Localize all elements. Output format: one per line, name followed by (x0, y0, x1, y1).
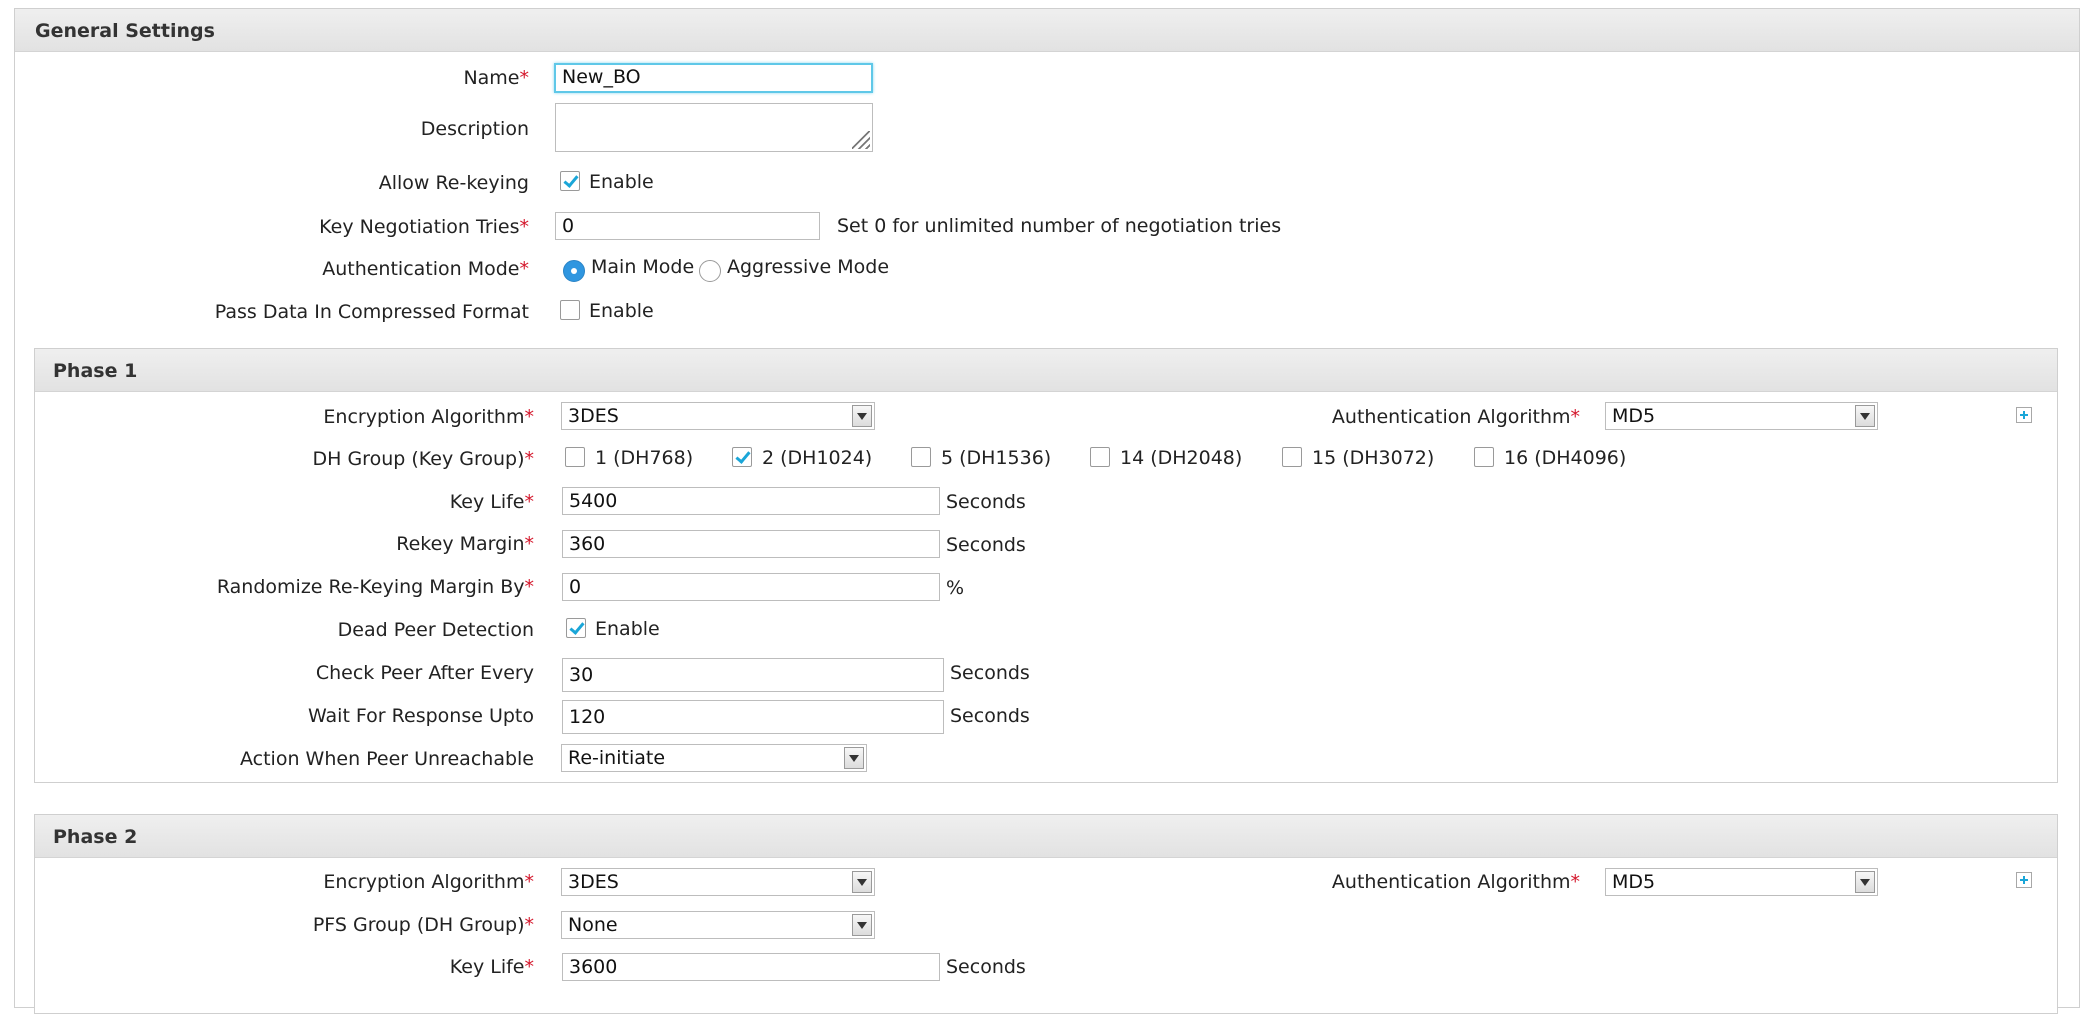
p1-dpd-checkbox[interactable] (566, 618, 586, 638)
p1-dpd-option: Enable (595, 618, 660, 640)
p1-action-select[interactable]: Re-initiate (561, 744, 867, 772)
chevron-down-icon[interactable] (852, 405, 872, 427)
description-textarea[interactable] (555, 103, 873, 152)
allow-rekeying-label: Allow Re-keying (378, 172, 529, 194)
auth-mode-label: Authentication Mode* (322, 258, 529, 280)
p1-check-peer-input[interactable]: 30 (562, 658, 944, 692)
p1-auth-alg-label: Authentication Algorithm* (1331, 406, 1580, 428)
p1-add-icon[interactable] (2016, 407, 2032, 423)
phase1-title: Phase 1 (53, 360, 138, 382)
resize-grip-icon[interactable] (852, 131, 870, 149)
p2-enc-select[interactable]: 3DES (561, 868, 875, 896)
dh-group-14-label: 14 (DH2048) (1120, 447, 1243, 469)
dh-group-15-checkbox[interactable] (1282, 447, 1302, 467)
p1-randomize-unit: % (946, 577, 965, 599)
dh-group-16-checkbox[interactable] (1474, 447, 1494, 467)
phase2-header (35, 815, 2057, 858)
p1-key-life-unit: Seconds (946, 491, 1026, 513)
dh-group-2-checkbox[interactable] (732, 447, 752, 467)
name-label: Name* (463, 67, 529, 89)
chevron-down-icon[interactable] (852, 871, 872, 893)
chevron-down-icon[interactable] (844, 747, 864, 769)
general-settings-header (15, 9, 2079, 52)
p2-enc-label: Encryption Algorithm* (323, 871, 534, 893)
key-negotiation-label: Key Negotiation Tries* (319, 216, 529, 238)
key-negotiation-input[interactable]: 0 (555, 212, 820, 240)
p1-wait-unit: Seconds (950, 705, 1030, 727)
allow-rekeying-option: Enable (589, 171, 654, 193)
p1-wait-input[interactable]: 120 (562, 700, 944, 734)
p2-key-life-label: Key Life* (449, 956, 534, 978)
key-negotiation-hint: Set 0 for unlimited number of negotiatio… (837, 215, 1282, 237)
p1-enc-label: Encryption Algorithm* (323, 406, 534, 428)
auth-mode-main-label: Main Mode (591, 256, 695, 278)
dh-group-16-label: 16 (DH4096) (1504, 447, 1627, 469)
dh-group-2-label: 2 (DH1024) (762, 447, 873, 469)
p1-key-life-label: Key Life* (449, 491, 534, 513)
p1-dh-label: DH Group (Key Group)* (312, 448, 535, 470)
phase1-header (35, 349, 2057, 392)
p1-randomize-input[interactable]: 0 (562, 573, 940, 601)
chevron-down-icon[interactable] (1855, 405, 1875, 427)
p1-check-peer-label: Check Peer After Every (315, 662, 534, 684)
p1-rekey-margin-input[interactable]: 360 (562, 530, 940, 558)
p1-auth-alg-select[interactable]: MD5 (1605, 402, 1878, 430)
description-label: Description (420, 118, 529, 140)
compressed-option: Enable (589, 300, 654, 322)
dh-group-5-checkbox[interactable] (911, 447, 931, 467)
auth-mode-main-radio[interactable] (563, 260, 585, 282)
compressed-label: Pass Data In Compressed Format (214, 301, 529, 323)
p2-auth-alg-label: Authentication Algorithm* (1331, 871, 1580, 893)
p1-enc-select[interactable]: 3DES (561, 402, 875, 430)
p2-auth-alg-select[interactable]: MD5 (1605, 868, 1878, 896)
p1-wait-label: Wait For Response Upto (307, 705, 534, 727)
chevron-down-icon[interactable] (852, 914, 872, 936)
p2-key-life-input[interactable]: 3600 (562, 953, 940, 981)
dh-group-1-label: 1 (DH768) (595, 447, 694, 469)
p2-key-life-unit: Seconds (946, 956, 1026, 978)
allow-rekeying-checkbox[interactable] (560, 171, 580, 191)
general-settings-title: General Settings (35, 20, 215, 42)
auth-mode-aggressive-radio[interactable] (699, 260, 721, 282)
p1-dpd-label: Dead Peer Detection (337, 619, 534, 641)
p1-key-life-input[interactable]: 5400 (562, 487, 940, 515)
p1-rekey-margin-unit: Seconds (946, 534, 1026, 556)
p2-add-icon[interactable] (2016, 872, 2032, 888)
p1-check-peer-unit: Seconds (950, 662, 1030, 684)
dh-group-1-checkbox[interactable] (565, 447, 585, 467)
p2-pfs-label: PFS Group (DH Group)* (312, 914, 534, 936)
dh-group-14-checkbox[interactable] (1090, 447, 1110, 467)
auth-mode-aggressive-label: Aggressive Mode (727, 256, 890, 278)
p1-action-label: Action When Peer Unreachable (240, 748, 534, 770)
dh-group-15-label: 15 (DH3072) (1312, 447, 1435, 469)
p2-pfs-select[interactable]: None (561, 911, 875, 939)
p1-rekey-margin-label: Rekey Margin* (396, 533, 534, 555)
p1-randomize-label: Randomize Re-Keying Margin By* (216, 576, 534, 598)
dh-group-5-label: 5 (DH1536) (941, 447, 1052, 469)
name-input[interactable]: New_BO (554, 63, 873, 93)
chevron-down-icon[interactable] (1855, 871, 1875, 893)
phase2-title: Phase 2 (53, 826, 138, 848)
compressed-checkbox[interactable] (560, 300, 580, 320)
